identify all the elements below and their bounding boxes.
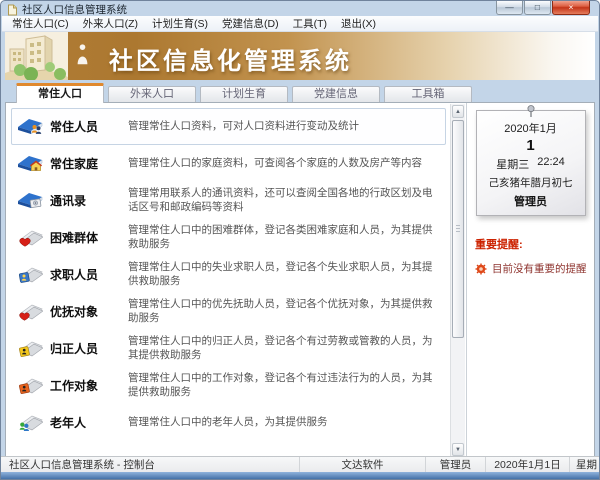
status-company: 文达软件 bbox=[299, 457, 425, 472]
main-content: 常住人员 管理常住人口资料，可对人口资料进行变动及统计 常住家庭 管理常住人口的… bbox=[5, 102, 595, 459]
module-list-panel: 常住人员 管理常住人口资料，可对人口资料进行变动及统计 常住家庭 管理常住人口的… bbox=[6, 103, 467, 458]
close-button[interactable]: × bbox=[552, 1, 590, 15]
list-item-title[interactable]: 常住家庭 bbox=[50, 155, 128, 172]
banner: 社区信息化管理系统 bbox=[5, 32, 595, 80]
menu-resident-population[interactable]: 常住人口(C) bbox=[5, 15, 76, 32]
list-item-desc: 管理常住人口中的优先抚助人员，登记各个优抚对象，为其提供救助服务 bbox=[128, 298, 440, 326]
app-window: 社区人口信息管理系统 — □ × 常住人口(C) 外来人口(Z) 计划生育(S)… bbox=[0, 0, 600, 480]
pushpin-icon bbox=[526, 105, 536, 118]
list-item-desc: 管理常住人口的家庭资料，可查阅各个家庭的人数及房产等内容 bbox=[128, 157, 440, 171]
menu-family-planning[interactable]: 计划生育(S) bbox=[145, 15, 215, 32]
menu-bar: 常住人口(C) 外来人口(Z) 计划生育(S) 党建信息(D) 工具(T) 退出… bbox=[2, 16, 598, 32]
menu-migrant-population[interactable]: 外来人口(Z) bbox=[76, 15, 145, 32]
status-date: 2020年1月1日 bbox=[485, 457, 569, 472]
calendar-weekday-time: 星期三 22:24 bbox=[480, 156, 582, 172]
tab-family-planning[interactable]: 计划生育 bbox=[200, 86, 288, 102]
menu-exit[interactable]: 退出(X) bbox=[334, 15, 383, 32]
list-item-special-care[interactable]: 优抚对象 管理常住人口中的优先抚助人员，登记各个优抚对象，为其提供救助服务 bbox=[11, 293, 446, 330]
scrollbar-grip bbox=[456, 225, 460, 232]
papers-warning-icon bbox=[17, 338, 50, 360]
list-item-desc: 管理常住人口中的失业求职人员，登记各个失业求职人员，为其提供救助服务 bbox=[128, 261, 440, 289]
calendar-user: 管理员 bbox=[480, 193, 582, 209]
book-house-icon bbox=[17, 153, 50, 175]
calendar-note: 2020年1月 1 星期三 22:24 己亥猪年腊月初七 管理员 bbox=[476, 110, 586, 216]
list-item-title[interactable]: 常住人员 bbox=[50, 118, 128, 135]
maximize-button[interactable]: □ bbox=[524, 1, 551, 15]
window-controls: — □ × bbox=[495, 1, 590, 15]
status-weekday: 星期 bbox=[569, 457, 599, 472]
papers-worktarget-icon bbox=[17, 375, 50, 397]
title-bar: 社区人口信息管理系统 — □ × bbox=[1, 1, 599, 16]
tab-migrant-population[interactable]: 外来人口 bbox=[108, 86, 196, 102]
menu-party-info[interactable]: 党建信息(D) bbox=[215, 15, 286, 32]
scrollbar-thumb[interactable] bbox=[452, 120, 464, 338]
list-item-difficulty-group[interactable]: 困难群体 管理常住人口中的困难群体，登记各类困难家庭和人员，为其提供救助服务 bbox=[11, 219, 446, 256]
list-item-desc: 管理常住人口资料，可对人口资料进行变动及统计 bbox=[128, 120, 440, 134]
community-buildings-illustration bbox=[5, 32, 68, 80]
sidebar: 2020年1月 1 星期三 22:24 己亥猪年腊月初七 管理员 重要提醒: 目… bbox=[467, 103, 594, 458]
tab-toolbox[interactable]: 工具箱 bbox=[384, 86, 472, 102]
list-item-elderly[interactable]: 老年人 管理常住人口中的老年人员，为其提供服务 bbox=[11, 404, 446, 441]
list-item-resident-family[interactable]: 常住家庭 管理常住人口的家庭资料，可查阅各个家庭的人数及房产等内容 bbox=[11, 145, 446, 182]
list-item-desc: 管理常用联系人的通讯资料，还可以查阅全国各地的行政区划及电话区号和邮政编码等资料 bbox=[128, 187, 440, 215]
tab-resident-population[interactable]: 常住人口 bbox=[16, 83, 104, 103]
list-item-title[interactable]: 求职人员 bbox=[50, 266, 128, 283]
list-item-desc: 管理常住人口中的工作对象，登记各个有过违法行为的人员，为其提供救助服务 bbox=[128, 372, 440, 400]
vertical-scrollbar[interactable]: ▲ ▼ bbox=[450, 104, 465, 457]
person-silhouette-icon bbox=[76, 43, 89, 66]
list-item-resident-person[interactable]: 常住人员 管理常住人口资料，可对人口资料进行变动及统计 bbox=[11, 108, 446, 145]
reminder-header: 重要提醒: bbox=[475, 236, 588, 252]
calendar-weekday: 星期三 bbox=[496, 156, 529, 172]
calendar-day: 1 bbox=[480, 137, 582, 154]
reminder-empty-text: 目前没有重要的提醒 bbox=[492, 261, 587, 276]
list-item-title[interactable]: 困难群体 bbox=[50, 229, 128, 246]
menu-tools[interactable]: 工具(T) bbox=[286, 15, 334, 32]
reminder-item: 目前没有重要的提醒 bbox=[475, 261, 588, 276]
list-item-title[interactable]: 老年人 bbox=[50, 414, 128, 431]
papers-jobseeker-icon bbox=[17, 264, 50, 286]
document-icon bbox=[7, 4, 18, 16]
papers-elderly-icon bbox=[17, 412, 50, 434]
papers-care-icon bbox=[17, 301, 50, 323]
window-bottom-frame bbox=[1, 472, 599, 479]
calendar-month: 2020年1月 bbox=[480, 120, 582, 136]
list-item-title[interactable]: 归正人员 bbox=[50, 340, 128, 357]
list-item-title[interactable]: 优抚对象 bbox=[50, 303, 128, 320]
banner-title: 社区信息化管理系统 bbox=[109, 41, 352, 76]
scroll-down-icon[interactable]: ▼ bbox=[452, 443, 464, 456]
list-item-desc: 管理常住人口中的老年人员，为其提供服务 bbox=[128, 416, 440, 430]
list-item-contacts[interactable]: 通讯录 管理常用联系人的通讯资料，还可以查阅全国各地的行政区划及电话区号和邮政编… bbox=[11, 182, 446, 219]
list-item-desc: 管理常住人口中的困难群体，登记各类困难家庭和人员，为其提供救助服务 bbox=[128, 224, 440, 252]
list-item-title[interactable]: 通讯录 bbox=[50, 192, 128, 209]
tab-strip: 常住人口 外来人口 计划生育 党建信息 工具箱 bbox=[5, 81, 595, 102]
list-item-job-seeker[interactable]: 求职人员 管理常住人口中的失业求职人员，登记各个失业求职人员，为其提供救助服务 bbox=[11, 256, 446, 293]
list-item-rehabilitated[interactable]: 归正人员 管理常住人口中的归正人员，登记各个有过劳教或管教的人员，为其提供救助服… bbox=[11, 330, 446, 367]
alert-badge-icon bbox=[475, 263, 487, 275]
scroll-up-icon[interactable]: ▲ bbox=[452, 105, 464, 118]
calendar-lunar-date: 己亥猪年腊月初七 bbox=[480, 175, 582, 190]
list-item-title[interactable]: 工作对象 bbox=[50, 377, 128, 394]
status-user: 管理员 bbox=[425, 457, 485, 472]
list-item-work-target[interactable]: 工作对象 管理常住人口中的工作对象，登记各个有过违法行为的人员，为其提供救助服务 bbox=[11, 367, 446, 404]
papers-heart-icon bbox=[17, 227, 50, 249]
list-item-desc: 管理常住人口中的归正人员，登记各个有过劳教或管教的人员，为其提供救助服务 bbox=[128, 335, 440, 363]
status-bar: 社区人口信息管理系统 - 控制台 文达软件 管理员 2020年1月1日 星期 bbox=[1, 456, 599, 472]
book-contacts-icon bbox=[17, 190, 50, 212]
calendar-time: 22:24 bbox=[537, 156, 565, 172]
tab-party-info[interactable]: 党建信息 bbox=[292, 86, 380, 102]
minimize-button[interactable]: — bbox=[496, 1, 523, 15]
status-console-label: 社区人口信息管理系统 - 控制台 bbox=[1, 457, 299, 472]
book-people-icon bbox=[17, 116, 50, 138]
